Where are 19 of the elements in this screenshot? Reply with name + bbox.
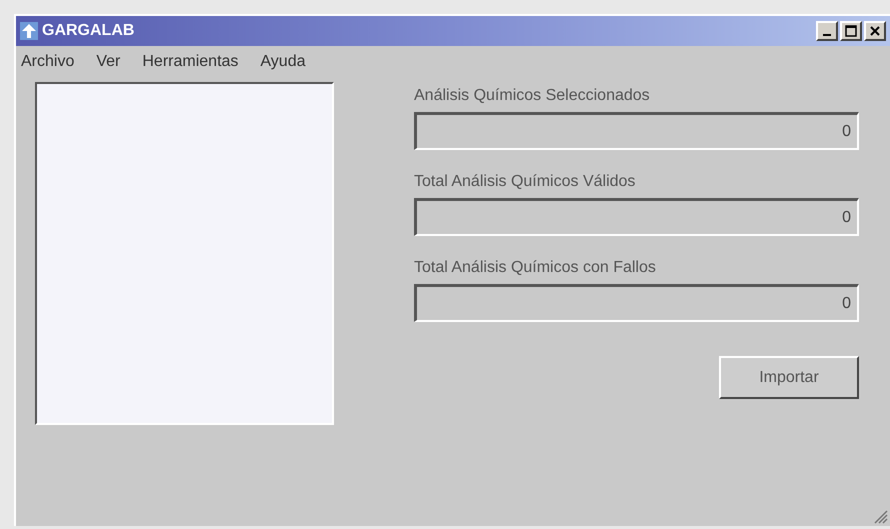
readonly-field: 0 bbox=[414, 284, 859, 322]
import-button[interactable]: Importar bbox=[719, 356, 859, 399]
window-title: GARGALAB bbox=[42, 21, 134, 41]
menu-item[interactable]: Herramientas bbox=[142, 50, 238, 74]
minimize-button[interactable] bbox=[816, 21, 838, 41]
menu-item[interactable]: Ver bbox=[96, 50, 120, 74]
maximize-icon bbox=[845, 25, 857, 37]
maximize-button[interactable] bbox=[840, 21, 862, 41]
menu-item[interactable]: Ayuda bbox=[260, 50, 306, 74]
field-label: Total Análisis Químicos con Fallos bbox=[414, 258, 657, 278]
minimize-icon bbox=[823, 34, 831, 36]
readonly-field: 0 bbox=[414, 198, 859, 236]
menu-item[interactable]: Archivo bbox=[21, 50, 74, 74]
close-button[interactable] bbox=[864, 21, 886, 41]
field-label: Total Análisis Químicos Válidos bbox=[414, 172, 636, 192]
close-icon bbox=[869, 25, 881, 37]
resize-grip-icon[interactable] bbox=[872, 508, 888, 524]
readonly-field: 0 bbox=[414, 112, 859, 150]
field-label: Análisis Químicos Seleccionados bbox=[414, 86, 651, 106]
